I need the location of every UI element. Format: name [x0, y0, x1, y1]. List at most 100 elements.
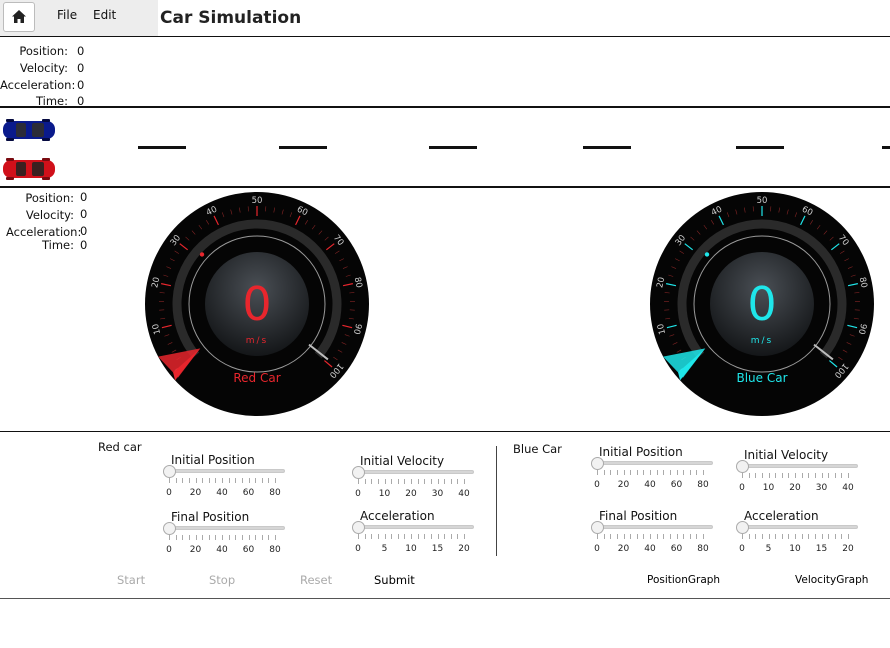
- slider-track[interactable]: [356, 525, 474, 529]
- slider-tick: [768, 473, 770, 478]
- slider-track[interactable]: [167, 526, 285, 530]
- slider-tick: [630, 470, 632, 475]
- red-car-speedometer: 01020304050607080901000m/sRed Car: [145, 192, 369, 416]
- slider-tick: [742, 534, 743, 539]
- slider-track[interactable]: [595, 461, 713, 465]
- slider-tick: [437, 479, 439, 484]
- position-graph-button[interactable]: PositionGraph: [647, 574, 720, 586]
- slider-tick-label: 10: [789, 544, 801, 554]
- red-acceleration-slider[interactable]: Acceleration 0 5 10 15 20: [352, 509, 474, 557]
- slider-tick: [630, 534, 632, 539]
- slider-tick: [616, 534, 618, 539]
- slider-tick-label: 15: [815, 544, 828, 554]
- gauge-tick-label: 50: [252, 196, 263, 206]
- menu-edit[interactable]: Edit: [93, 8, 116, 22]
- slider-tick: [202, 478, 204, 483]
- gauge-unit: m/s: [751, 336, 774, 346]
- slider-track[interactable]: [167, 469, 285, 473]
- slider-title: Final Position: [171, 510, 250, 524]
- slider-tick: [208, 535, 210, 540]
- blue-initial-velocity-slider[interactable]: Initial Velocity 0 10 20 30 40: [736, 448, 858, 496]
- slider-tick: [696, 470, 698, 475]
- slider-tick: [848, 534, 849, 539]
- slider-tick: [656, 534, 658, 539]
- slider-tick-label: 5: [765, 544, 772, 554]
- slider-tick: [391, 534, 393, 539]
- velocity-graph-button[interactable]: VelocityGraph: [795, 574, 868, 586]
- blue-initial-position-slider[interactable]: Initial Position 0 20 40 60 80: [591, 445, 713, 493]
- gauge-label: Blue Car: [736, 371, 787, 385]
- slider-tick: [821, 534, 823, 539]
- slider-tick: [437, 534, 439, 539]
- start-button[interactable]: Start: [117, 573, 145, 587]
- reset-button[interactable]: Reset: [300, 573, 332, 587]
- home-button[interactable]: [3, 2, 35, 32]
- slider-track[interactable]: [356, 470, 474, 474]
- slider-tick: [610, 470, 612, 475]
- bottom-time-value: 0: [80, 238, 88, 252]
- slider-tick: [703, 534, 704, 539]
- gauge-peak-marker: [199, 252, 205, 257]
- slider-thumb[interactable]: [163, 521, 176, 535]
- slider-tick: [358, 479, 359, 484]
- lane-marker: [583, 146, 631, 149]
- slider-tick-label: 60: [242, 545, 255, 555]
- submit-button[interactable]: Submit: [374, 573, 415, 587]
- slider-thumb[interactable]: [352, 465, 365, 479]
- slider-tick: [175, 478, 177, 483]
- slider-tick: [241, 535, 243, 540]
- slider-tick-label: 80: [269, 545, 281, 555]
- slider-track[interactable]: [595, 525, 713, 529]
- red-initial-position-slider[interactable]: Initial Position 0 20 40 60 80: [163, 453, 285, 501]
- slider-tick: [235, 535, 237, 540]
- slider-tick-label: 0: [739, 544, 745, 554]
- top-acceleration-value: 0: [77, 78, 85, 92]
- slider-tick-label: 20: [617, 480, 630, 490]
- slider-title: Initial Position: [171, 453, 255, 467]
- gauge-peak-marker: [704, 252, 710, 257]
- blue-final-position-slider[interactable]: Final Position 0 20 40 60 80: [591, 509, 713, 557]
- slider-tick: [768, 534, 770, 539]
- stop-button[interactable]: Stop: [209, 573, 235, 587]
- bottom-acceleration-value: 0: [80, 224, 88, 238]
- slider-tick: [391, 479, 393, 484]
- blue-car-header: Blue Car: [513, 442, 562, 456]
- slider-tick: [808, 534, 810, 539]
- slider-tick-label: 0: [166, 545, 172, 555]
- slider-tick: [689, 470, 691, 475]
- slider-tick: [255, 478, 257, 483]
- home-icon: [12, 10, 26, 23]
- slider-tick: [182, 535, 184, 540]
- slider-thumb[interactable]: [352, 520, 365, 534]
- slider-tick: [669, 470, 671, 475]
- slider-tick-label: 40: [644, 544, 656, 554]
- slider-tick: [623, 534, 625, 539]
- slider-thumb[interactable]: [591, 456, 604, 470]
- slider-track[interactable]: [740, 464, 858, 468]
- slider-tick: [215, 535, 217, 540]
- slider-title: Initial Velocity: [744, 448, 829, 462]
- slider-tick: [404, 534, 406, 539]
- lane-marker: [279, 146, 327, 149]
- red-initial-velocity-slider[interactable]: Initial Velocity 0 10 20 30 40: [352, 454, 474, 502]
- red-car-header: Red car: [98, 440, 142, 454]
- blue-acceleration-slider[interactable]: Acceleration 0 5 10 15 20: [736, 509, 858, 557]
- red-final-position-slider[interactable]: Final Position 0 20 40 60 80: [163, 510, 285, 558]
- slider-tick-label: 0: [594, 544, 600, 554]
- slider-track[interactable]: [740, 525, 858, 529]
- slider-tick-label: 0: [739, 483, 745, 493]
- slider-tick: [175, 535, 177, 540]
- slider-tick: [411, 534, 412, 539]
- slider-tick: [268, 535, 270, 540]
- slider-tick: [228, 535, 230, 540]
- slider-thumb[interactable]: [736, 520, 749, 534]
- slider-thumb[interactable]: [591, 520, 604, 534]
- slider-tick: [255, 535, 257, 540]
- slider-tick: [834, 473, 836, 478]
- gauge-tick-label: 50: [757, 196, 768, 206]
- slider-tick: [195, 478, 197, 483]
- slider-thumb[interactable]: [163, 464, 176, 478]
- slider-tick-label: 5: [381, 544, 388, 554]
- menu-file[interactable]: File: [57, 8, 77, 22]
- slider-thumb[interactable]: [736, 459, 749, 473]
